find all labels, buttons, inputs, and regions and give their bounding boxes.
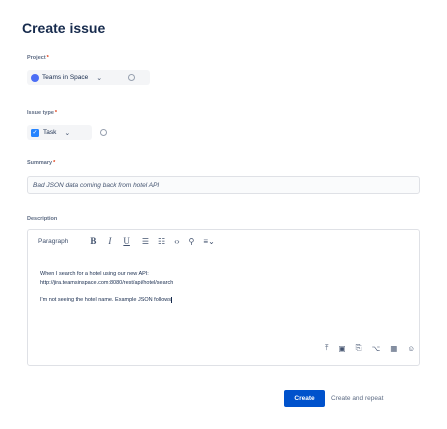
create-and-repeat-button[interactable]: Create and repeat (331, 390, 383, 407)
description-content[interactable]: When I search for a hotel using our new … (40, 270, 173, 305)
issue-type-label: Issue type* (27, 110, 58, 116)
summary-label: Summary* (27, 160, 56, 166)
description-label: Description (27, 216, 58, 222)
image-icon[interactable]: ▣ (338, 344, 345, 353)
underline-button[interactable]: U (123, 236, 130, 246)
create-button[interactable]: Create (284, 390, 325, 407)
description-line-with-caret: I'm not seeing the hotel name. Example J… (40, 296, 172, 303)
editor-toolbar: Paragraph B I U ☰ ☷ ‹› ⚲ ≡⌄ (28, 230, 419, 252)
project-avatar-icon (31, 73, 39, 82)
italic-button[interactable]: I (108, 236, 111, 246)
description-line: http://jira.teamsinspace.com:8080/rest/a… (40, 280, 174, 286)
summary-input[interactable]: Bad JSON data coming back from hotel API (27, 176, 420, 194)
numbered-list-icon[interactable]: ☷ (158, 237, 165, 246)
required-mark: * (46, 55, 49, 61)
task-checkbox-icon: ✓ (31, 128, 39, 137)
summary-value: Bad JSON data coming back from hotel API (33, 181, 160, 189)
mention-icon[interactable]: ⌥ (372, 344, 381, 353)
required-mark: * (53, 160, 56, 166)
info-icon[interactable] (128, 74, 135, 81)
chevron-down-icon: ⌄ (96, 74, 103, 82)
editor-insert-bar: ⤒ ▣ ⎘ ⌥ ▦ ☺ (315, 343, 415, 353)
info-icon[interactable] (100, 129, 107, 136)
emoji-icon[interactable]: ☺ (407, 344, 415, 353)
upload-icon[interactable]: ⤒ (325, 343, 328, 353)
bullet-list-icon[interactable]: ☰ (142, 237, 149, 246)
issue-type-select[interactable]: ✓ Task ⌄ (27, 125, 92, 140)
required-mark: * (54, 110, 58, 116)
attachment-icon[interactable]: ⎘ (356, 343, 362, 353)
project-label: Project* (27, 55, 49, 61)
bold-button[interactable]: B (90, 236, 96, 246)
link-icon[interactable]: ⚲ (189, 237, 195, 246)
code-icon[interactable]: ‹› (174, 237, 179, 246)
project-value: Teams in Space (42, 74, 89, 81)
paragraph-style-select[interactable]: Paragraph (38, 238, 68, 245)
issue-type-value: Task (43, 129, 57, 136)
description-line: When I search for a hotel using our new … (40, 271, 149, 277)
table-icon[interactable]: ▦ (390, 344, 397, 353)
more-formatting-icon[interactable]: ≡⌄ (203, 237, 214, 246)
description-editor[interactable]: Paragraph B I U ☰ ☷ ‹› ⚲ ≡⌄ When I searc… (27, 229, 420, 366)
chevron-down-icon: ⌄ (64, 129, 71, 137)
page-title: Create issue (22, 20, 106, 36)
text-caret (170, 296, 172, 303)
